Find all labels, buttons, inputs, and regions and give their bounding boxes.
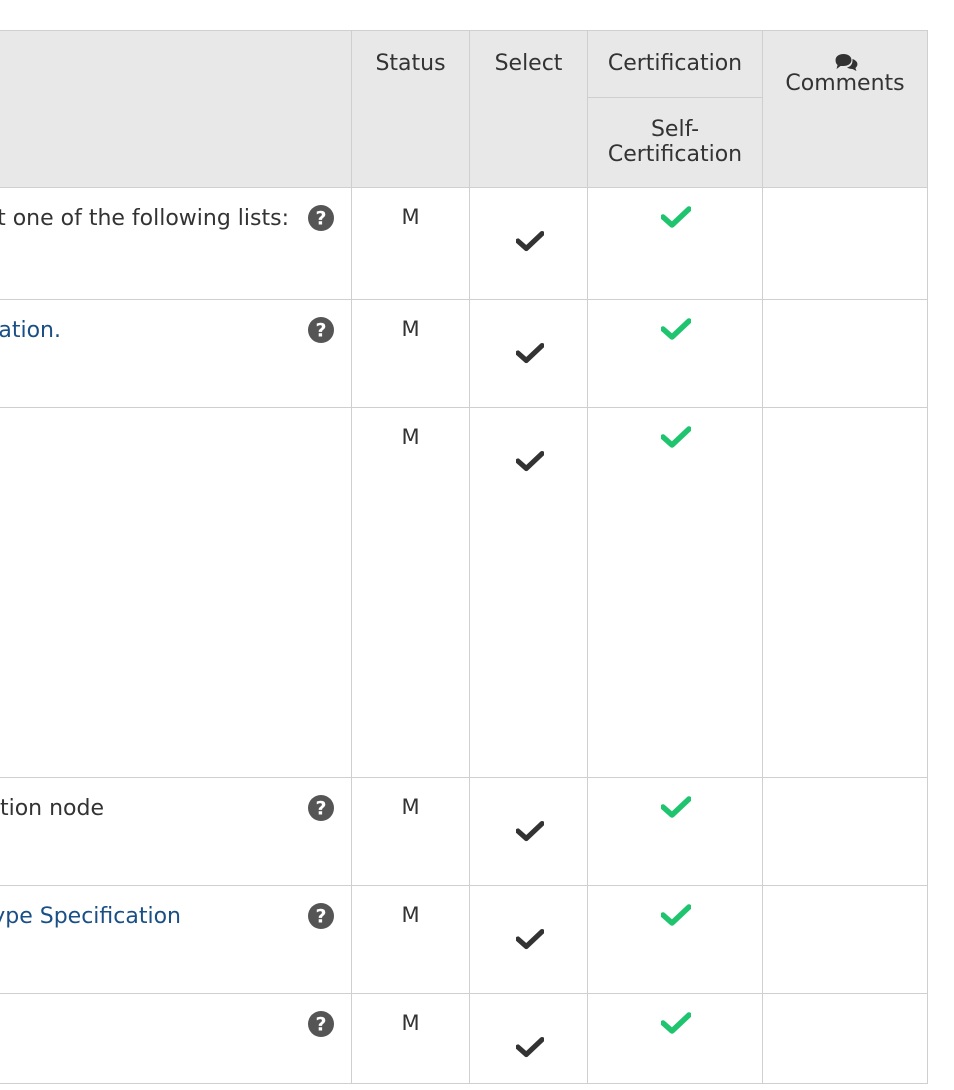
- self-certification-cell: [587, 407, 763, 778]
- help-icon[interactable]: ?: [307, 316, 335, 344]
- description-header: [0, 30, 352, 188]
- select-check-icon: [516, 450, 544, 472]
- description-text: ation node: [0, 796, 104, 821]
- self-certification-cell: [587, 299, 763, 408]
- certified-check-icon: [661, 904, 691, 926]
- description-cell: ast one of the following lists:?: [0, 187, 352, 300]
- certification-header: Certification: [587, 30, 763, 98]
- requirements-table: Status Select Certification Comments Sel…: [0, 30, 928, 1084]
- status-value: M: [401, 903, 420, 927]
- comments-icon: [835, 54, 858, 71]
- table-row: M: [0, 407, 928, 778]
- certification-header-label: Certification: [607, 51, 743, 76]
- table-row: ation node? M: [0, 777, 928, 886]
- status-cell: M: [351, 777, 470, 886]
- status-cell: M: [351, 407, 470, 778]
- svg-text:?: ?: [315, 906, 326, 928]
- self-cert-label-line1: Self-: [650, 117, 700, 142]
- self-certification-header: Self- Certification: [587, 97, 763, 188]
- comments-cell[interactable]: [762, 407, 928, 778]
- description-cell: ?: [0, 993, 352, 1084]
- description-link[interactable]: Type Specification: [0, 904, 181, 929]
- status-cell: M: [351, 187, 470, 300]
- comments-cell[interactable]: [762, 299, 928, 408]
- description-clip: cation.: [0, 300, 351, 407]
- svg-text:?: ?: [315, 208, 326, 230]
- select-cell[interactable]: [469, 187, 588, 300]
- certified-check-icon: [661, 426, 691, 448]
- description-cell: [0, 407, 352, 778]
- status-cell: M: [351, 993, 470, 1084]
- status-cell: M: [351, 299, 470, 408]
- select-cell[interactable]: [469, 777, 588, 886]
- comments-header-label: Comments: [785, 71, 905, 96]
- table-row: ? M: [0, 993, 928, 1084]
- select-check-icon: [516, 342, 544, 364]
- self-certification-cell: [587, 993, 763, 1084]
- select-check-icon: [516, 1036, 544, 1058]
- select-cell[interactable]: [469, 299, 588, 408]
- table-body: ast one of the following lists:?Mcation.…: [0, 187, 928, 1084]
- status-value: M: [401, 1011, 420, 1035]
- svg-text:?: ?: [315, 1014, 326, 1036]
- status-header: Status: [351, 30, 470, 188]
- certified-check-icon: [661, 206, 691, 228]
- svg-text:?: ?: [315, 798, 326, 820]
- certified-check-icon: [661, 318, 691, 340]
- description-clip: [0, 994, 351, 1083]
- table-row: Type Specification? M: [0, 885, 928, 994]
- requirements-table-container: Status Select Certification Comments Sel…: [0, 30, 928, 1090]
- description-clip: Type Specification: [0, 886, 351, 993]
- description-clip: ation node: [0, 778, 351, 885]
- status-header-label: Status: [375, 51, 446, 76]
- description-clip: [0, 408, 351, 777]
- select-header-label: Select: [494, 51, 563, 76]
- help-icon[interactable]: ?: [307, 204, 335, 232]
- select-cell[interactable]: [469, 407, 588, 778]
- select-cell[interactable]: [469, 993, 588, 1084]
- self-certification-cell: [587, 187, 763, 300]
- status-cell: M: [351, 885, 470, 994]
- help-icon[interactable]: ?: [307, 1010, 335, 1038]
- status-value: M: [401, 425, 420, 449]
- description-clip: ast one of the following lists:: [0, 188, 351, 299]
- status-value: M: [401, 317, 420, 341]
- comments-cell[interactable]: [762, 187, 928, 300]
- select-check-icon: [516, 820, 544, 842]
- help-icon[interactable]: ?: [307, 794, 335, 822]
- self-cert-label-line2: Certification: [607, 142, 743, 167]
- self-certification-cell: [587, 885, 763, 994]
- header-row: Status Select Certification Comments: [0, 30, 928, 188]
- certified-check-icon: [661, 796, 691, 818]
- svg-text:?: ?: [315, 320, 326, 342]
- description-text: ast one of the following lists:: [0, 206, 289, 231]
- self-certification-cell: [587, 777, 763, 886]
- select-check-icon: [516, 230, 544, 252]
- comments-cell[interactable]: [762, 885, 928, 994]
- description-cell: Type Specification?: [0, 885, 352, 994]
- status-value: M: [401, 205, 420, 229]
- description-cell: cation.?: [0, 299, 352, 408]
- certified-check-icon: [661, 1012, 691, 1034]
- comments-header: Comments: [762, 30, 928, 188]
- help-icon[interactable]: ?: [307, 902, 335, 930]
- select-header: Select: [469, 30, 588, 188]
- description-cell: ation node?: [0, 777, 352, 886]
- select-cell[interactable]: [469, 885, 588, 994]
- comments-cell[interactable]: [762, 777, 928, 886]
- table-row: cation.? M: [0, 299, 928, 408]
- comments-cell[interactable]: [762, 993, 928, 1084]
- table-row: ast one of the following lists:? M: [0, 187, 928, 300]
- select-check-icon: [516, 928, 544, 950]
- description-link[interactable]: cation.: [0, 318, 61, 343]
- status-value: M: [401, 795, 420, 819]
